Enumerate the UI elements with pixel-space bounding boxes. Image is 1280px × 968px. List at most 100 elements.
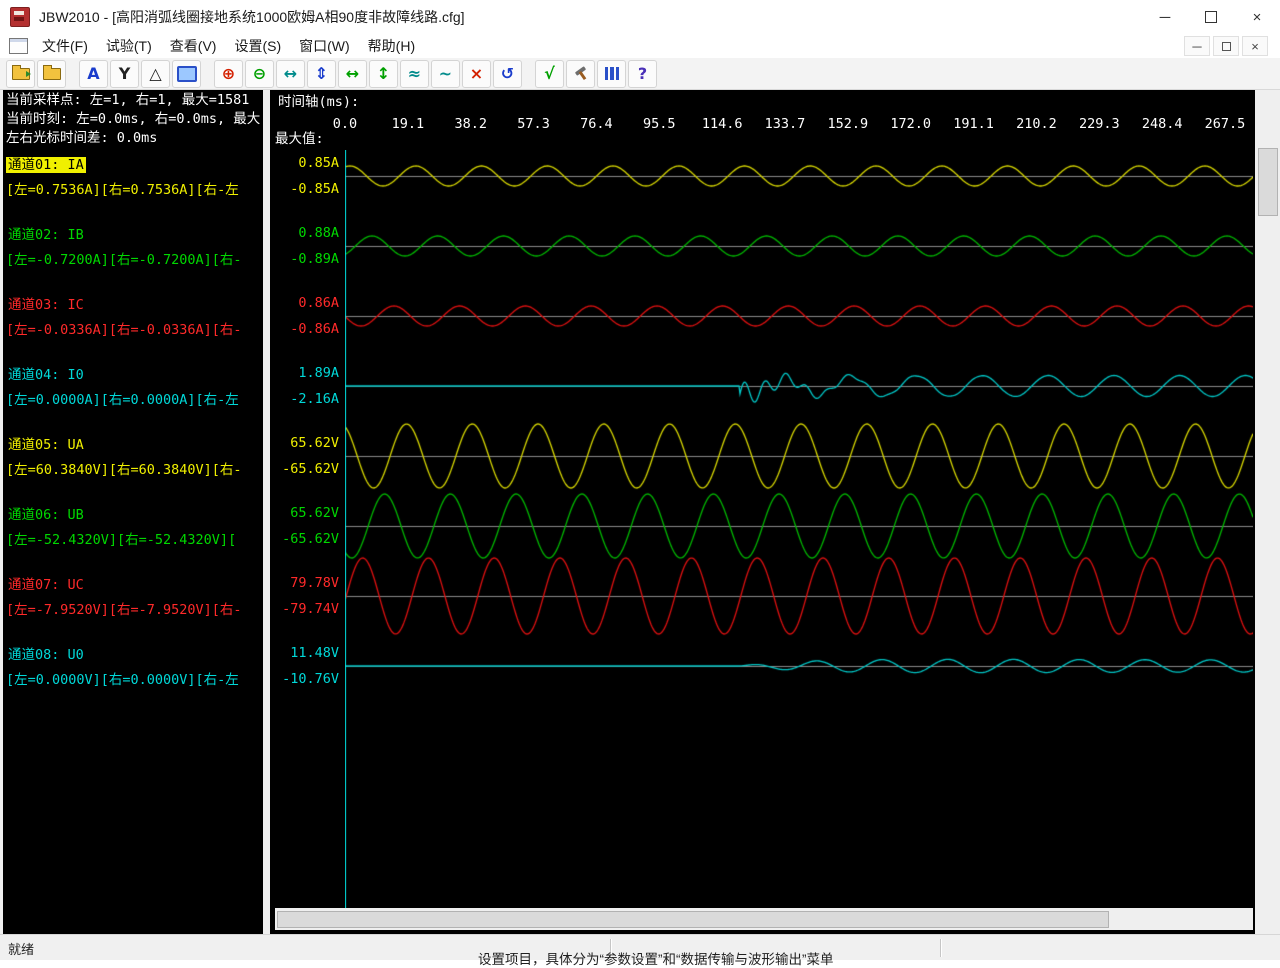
channel-max-value-2: 0.88A <box>270 226 339 241</box>
channel-label-6[interactable]: 通道06: UB <box>6 507 86 523</box>
channel-detail-2: [左=-0.7200A][右=-0.7200A][右- <box>6 252 242 268</box>
document-icon[interactable] <box>9 38 28 54</box>
menu-settings[interactable]: 设置(S) <box>225 33 290 59</box>
folder-icon <box>43 68 61 80</box>
menu-view[interactable]: 查看(V) <box>161 33 226 59</box>
window-title: JBW2010 - [高阳消弧线圈接地系统1000欧姆A相90度非故障线路.cf… <box>39 7 465 27</box>
channel-detail-3: [左=-0.0336A][右=-0.0336A][右- <box>6 322 242 338</box>
channel-min-value-1: -0.85A <box>270 182 339 197</box>
tools-button[interactable] <box>566 60 595 88</box>
channel-label-1[interactable]: 通道01: IA <box>6 157 86 173</box>
channel-label-5[interactable]: 通道05: UA <box>6 437 86 453</box>
restore-icon <box>1222 42 1231 51</box>
v-expand-button[interactable]: ↕ <box>369 60 398 88</box>
channel-label-2[interactable]: 通道02: IB <box>6 227 86 243</box>
channel-max-value-8: 11.48V <box>270 646 339 661</box>
channel-detail-1: [左=0.7536A][右=0.7536A][右-左 <box>6 182 239 198</box>
channel-min-value-6: -65.62V <box>270 532 339 547</box>
time-tick-label: 38.2 <box>454 117 487 132</box>
maximize-button[interactable] <box>1188 0 1234 34</box>
toolbar-buttons: AY△⊕⊖↔⇕↔↕≈∼×↺√? <box>5 60 658 88</box>
check-icon: √ <box>544 66 555 82</box>
channel-detail-6: [左=-52.4320V][右=-52.4320V][ <box>6 532 236 548</box>
zoom-out-button[interactable]: ⊖ <box>245 60 274 88</box>
display-mode-button[interactable] <box>172 60 201 88</box>
plus-circle-icon: ⊕ <box>222 66 235 82</box>
channel-max-value-1: 0.85A <box>270 156 339 171</box>
vector-diagram-button[interactable]: Y <box>110 60 139 88</box>
undo-icon: ↺ <box>501 66 514 82</box>
open-file-button[interactable] <box>6 60 35 88</box>
open-folder-button[interactable] <box>37 60 66 88</box>
channel-label-7[interactable]: 通道07: UC <box>6 577 86 593</box>
menu-file[interactable]: 文件(F) <box>33 33 97 59</box>
horizontal-scrollbar[interactable] <box>275 908 1253 930</box>
toolbar: AY△⊕⊖↔⇕↔↕≈∼×↺√? <box>0 58 1280 90</box>
undo-button[interactable]: ↺ <box>493 60 522 88</box>
channel-min-value-8: -10.76V <box>270 672 339 687</box>
time-tick-label: 191.1 <box>953 117 994 132</box>
minimize-button[interactable]: ─ <box>1142 0 1188 34</box>
h-expand-button[interactable]: ↔ <box>338 60 367 88</box>
hammer-icon <box>573 66 589 81</box>
font-button[interactable]: A <box>79 60 108 88</box>
menu-bar: 文件(F)试验(T)查看(V)设置(S)窗口(W)帮助(H) ─ × <box>0 34 1280 59</box>
vertical-scrollbar-thumb[interactable] <box>1258 148 1278 216</box>
channel-label-8[interactable]: 通道08: U0 <box>6 647 86 663</box>
time-tick-label: 19.1 <box>392 117 425 132</box>
triangle-icon: △ <box>149 66 161 82</box>
time-tick-label: 248.4 <box>1142 117 1183 132</box>
time-tick-label: 95.5 <box>643 117 676 132</box>
close-icon: × <box>1253 9 1262 26</box>
channel-max-value-6: 65.62V <box>270 506 339 521</box>
cursor-mode-button[interactable]: ⇕ <box>307 60 336 88</box>
minimize-icon: ─ <box>1160 9 1171 26</box>
sine-wave-icon: ∼ <box>439 66 452 82</box>
horizontal-scrollbar-thumb[interactable] <box>277 911 1109 928</box>
channel-max-value-4: 1.89A <box>270 366 339 381</box>
h-compress-button[interactable]: ↔ <box>276 60 305 88</box>
close-x-icon: × <box>470 66 483 82</box>
help-button[interactable]: ? <box>628 60 657 88</box>
channel-min-value-7: -79.74V <box>270 602 339 617</box>
channel-info-panel: 当前采样点: 左=1, 右=1, 最大=1581 当前时刻: 左=0.0ms, … <box>3 90 263 935</box>
time-tick-label: 114.6 <box>702 117 743 132</box>
time-tick-label: 172.0 <box>890 117 931 132</box>
menu-test[interactable]: 试验(T) <box>97 33 161 59</box>
mdi-close-button[interactable]: × <box>1242 36 1268 56</box>
vector-y-icon: Y <box>119 66 131 82</box>
h-expand-icon: ↔ <box>284 66 297 82</box>
channel-min-value-3: -0.86A <box>270 322 339 337</box>
client-area: 当前采样点: 左=1, 右=1, 最大=1581 当前时刻: 左=0.0ms, … <box>0 90 1280 935</box>
folder-open-icon <box>12 68 30 80</box>
statistics-button[interactable] <box>597 60 626 88</box>
menu-help[interactable]: 帮助(H) <box>359 33 424 59</box>
zoom-in-button[interactable]: ⊕ <box>214 60 243 88</box>
menu-window[interactable]: 窗口(W) <box>290 33 359 59</box>
vertical-scrollbar[interactable] <box>1255 90 1280 935</box>
channel-min-value-2: -0.89A <box>270 252 339 267</box>
channel-label-4[interactable]: 通道04: I0 <box>6 367 86 383</box>
time-tick-label: 133.7 <box>765 117 806 132</box>
edit-button[interactable]: √ <box>535 60 564 88</box>
question-icon: ? <box>638 66 647 82</box>
wave-compress-button[interactable]: ≈ <box>400 60 429 88</box>
v-cursor-icon: ⇕ <box>315 66 328 82</box>
sample-point-info: 当前采样点: 左=1, 右=1, 最大=1581 <box>6 92 249 108</box>
wave-single-button[interactable]: ∼ <box>431 60 460 88</box>
close-button[interactable]: × <box>1234 0 1280 34</box>
double-wave-icon: ≈ <box>408 66 421 82</box>
mdi-minimize-button[interactable]: ─ <box>1184 36 1210 56</box>
triangle-wave-button[interactable]: △ <box>141 60 170 88</box>
waveform-canvas[interactable] <box>345 150 1253 908</box>
mdi-restore-button[interactable] <box>1213 36 1239 56</box>
time-tick-label: 229.3 <box>1079 117 1120 132</box>
channel-detail-4: [左=0.0000A][右=0.0000A][右-左 <box>6 392 239 408</box>
screen-icon <box>177 66 197 82</box>
letter-a-icon: A <box>87 66 99 82</box>
maximize-icon <box>1205 11 1217 23</box>
time-tick-label: 267.5 <box>1205 117 1246 132</box>
channel-label-3[interactable]: 通道03: IC <box>6 297 86 313</box>
delete-button[interactable]: × <box>462 60 491 88</box>
time-tick-label: 152.9 <box>828 117 869 132</box>
